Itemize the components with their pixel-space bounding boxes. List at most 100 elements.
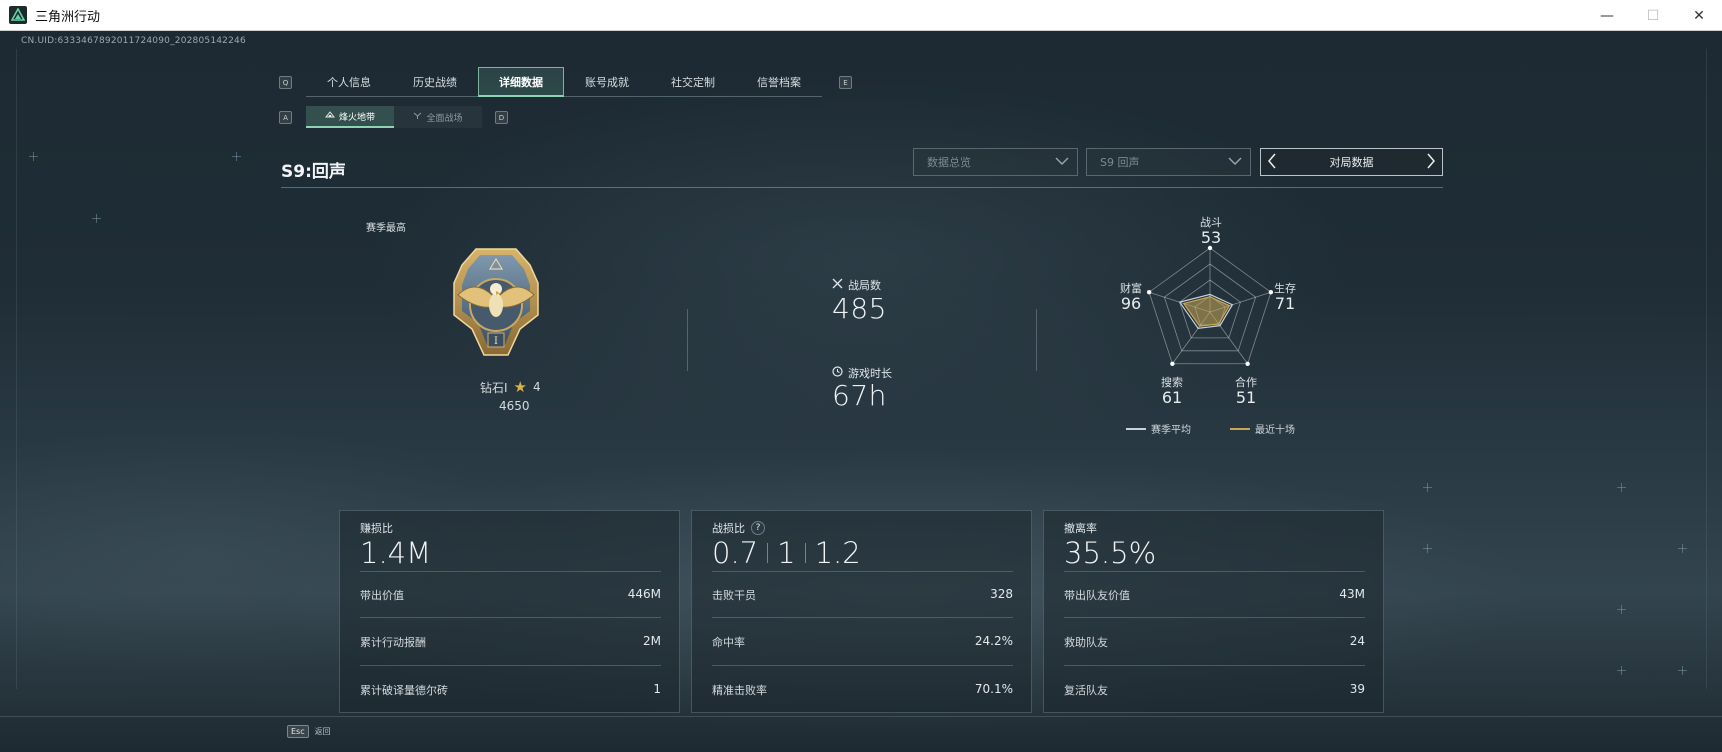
- dropdown-value: 数据总览: [927, 156, 971, 169]
- svg-text:I: I: [494, 336, 498, 347]
- ratio-value: 1.2: [814, 536, 861, 570]
- legend-swatch: [1230, 427, 1250, 430]
- card-row: 累计行动报酬 2M: [360, 634, 661, 654]
- tab-prev-key-hint[interactable]: Q: [279, 76, 292, 89]
- help-icon[interactable]: ?: [751, 521, 765, 535]
- row-value: 70.1%: [974, 682, 1013, 696]
- chevron-right-icon[interactable]: [1426, 152, 1436, 174]
- frame-line-right: [1706, 49, 1707, 689]
- ratio-value: 0.7: [712, 536, 759, 570]
- tab-achievements[interactable]: 账号成就: [564, 67, 650, 97]
- matches-label: 战局数: [832, 277, 881, 293]
- match-data-label: 对局数据: [1329, 156, 1374, 169]
- row-value: 328: [990, 587, 1013, 601]
- legend-season-average: 赛季平均: [1126, 421, 1191, 436]
- card-title: 撤离率: [1064, 520, 1097, 536]
- radar-axis-endpoint: [1245, 361, 1250, 366]
- card-title: 赚损比: [360, 520, 393, 536]
- card-row: 带出队友价值 43M: [1064, 587, 1365, 607]
- data-overview-dropdown[interactable]: 数据总览: [913, 148, 1078, 176]
- match-data-switcher: 对局数据: [1260, 148, 1443, 176]
- card-divider: [360, 617, 661, 618]
- subtab-full-battlefield[interactable]: 全面战场: [394, 106, 482, 128]
- star-icon: ★: [513, 378, 527, 396]
- card-divider: [1064, 617, 1365, 618]
- clock-icon: [832, 366, 843, 380]
- back-label: 返回: [314, 727, 331, 736]
- season-title: S9:回声: [281, 162, 346, 182]
- row-value: 2M: [643, 634, 661, 648]
- window-titlebar: 三角洲行动 — ☐ ✕: [0, 0, 1722, 31]
- tab-next-key-hint[interactable]: E: [839, 76, 852, 89]
- legend-swatch: [1126, 427, 1146, 430]
- season-dropdown[interactable]: S9 回声: [1086, 148, 1251, 176]
- radar-axis-endpoint: [1268, 290, 1274, 295]
- subtab-label: 烽火地带: [338, 112, 375, 123]
- deco-cross: [92, 214, 101, 223]
- minimize-button[interactable]: —: [1584, 0, 1630, 31]
- radar-axis-endpoint: [1170, 361, 1175, 366]
- deco-cross: [1423, 483, 1432, 492]
- row-value: 43M: [1339, 587, 1365, 601]
- rank-stars: 4: [533, 380, 541, 394]
- subtab-label: 全面战场: [426, 113, 463, 124]
- tab-reputation[interactable]: 信誉档案: [736, 67, 822, 97]
- chevron-left-icon[interactable]: [1267, 152, 1277, 174]
- card-row: 带出价值 446M: [360, 587, 661, 607]
- subtab-flame-zone[interactable]: 烽火地带: [306, 106, 394, 128]
- ratio-separator: [804, 543, 806, 563]
- row-label: 带出价值: [360, 589, 404, 602]
- section-divider: [1036, 309, 1037, 371]
- extraction-rate-card: 撤离率 35.5% 带出队友价值 43M 救助队友 24 复活队友 39: [1043, 510, 1384, 713]
- card-row: 复活队友 39: [1064, 682, 1365, 702]
- back-button[interactable]: Esc 返回: [287, 725, 331, 738]
- row-value: 24.2%: [974, 634, 1013, 648]
- row-label: 累计破译量德尔砖: [360, 684, 448, 697]
- matches-label-text: 战局数: [848, 279, 881, 292]
- tab-detailed-data[interactable]: 详细数据: [478, 67, 564, 97]
- card-divider: [712, 571, 1013, 572]
- row-label: 命中率: [712, 636, 745, 649]
- game-viewport: CN.UID:6333467892011724090_202805142246 …: [0, 31, 1722, 752]
- card-divider: [712, 665, 1013, 666]
- tab-personal-info[interactable]: 个人信息: [306, 67, 392, 97]
- subtab-prev-key-hint[interactable]: A: [279, 111, 292, 124]
- card-title: 战损比 ?: [712, 520, 765, 536]
- legend-label: 最近十场: [1255, 425, 1295, 436]
- esc-key-hint: Esc: [287, 725, 309, 738]
- ability-radar-chart: [1146, 245, 1274, 366]
- card-row: 救助队友 24: [1064, 634, 1365, 654]
- maximize-button[interactable]: ☐: [1630, 0, 1676, 31]
- player-uid: CN.UID:6333467892011724090_202805142246: [21, 36, 246, 46]
- deco-cross: [1678, 544, 1687, 553]
- card-title-text: 战损比: [712, 522, 745, 535]
- profit-loss-value: 1.4M: [360, 536, 432, 570]
- card-row: 击败干员 328: [712, 587, 1013, 607]
- deco-cross: [29, 152, 38, 161]
- dropdown-value: S9 回声: [1100, 156, 1140, 169]
- chevron-down-icon: [1055, 155, 1069, 169]
- tab-social-customization[interactable]: 社交定制: [650, 67, 736, 97]
- card-row: 命中率 24.2%: [712, 634, 1013, 654]
- row-value: 1: [653, 682, 661, 696]
- close-button[interactable]: ✕: [1676, 0, 1722, 31]
- ratio-value: 1: [777, 536, 796, 570]
- rank-tier: 钻石I ★ 4: [480, 378, 541, 396]
- mode-subtabs: 烽火地带 全面战场: [306, 106, 482, 128]
- kd-ratio-values: 0.7 1 1.2: [712, 536, 861, 570]
- deco-cross: [1617, 483, 1626, 492]
- card-row: 累计破译量德尔砖 1: [360, 682, 661, 702]
- row-label: 带出队友价值: [1064, 589, 1130, 602]
- row-label: 复活队友: [1064, 684, 1108, 697]
- tab-match-history[interactable]: 历史战绩: [392, 67, 478, 97]
- kd-ratio-card: 战损比 ? 0.7 1 1.2 击败干员 328 命中率 24.2% 精准击败率 70…: [691, 510, 1032, 713]
- playtime-value: 67h: [832, 379, 887, 412]
- card-row: 精准击败率 70.1%: [712, 682, 1013, 702]
- flame-zone-icon: [324, 110, 336, 122]
- row-value: 24: [1349, 634, 1365, 648]
- card-divider: [712, 617, 1013, 618]
- subtab-next-key-hint[interactable]: D: [495, 111, 508, 124]
- card-divider: [360, 665, 661, 666]
- legend-recent-ten: 最近十场: [1230, 421, 1295, 436]
- card-divider: [360, 571, 661, 572]
